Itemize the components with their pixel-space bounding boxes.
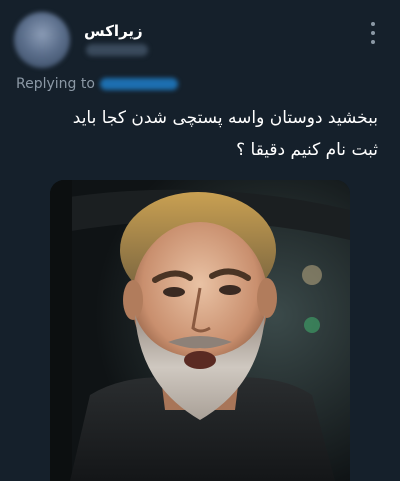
- more-vertical-icon: [371, 22, 375, 26]
- more-options-button[interactable]: [364, 22, 382, 44]
- tweet-text: ببخشید دوستان واسه پستچی شدن کجا باید ثب…: [16, 102, 378, 166]
- replying-to-label: Replying to: [16, 76, 95, 92]
- replying-to-handle-redacted[interactable]: [99, 78, 178, 90]
- tweet-card: زیراکس Replying to ببخشید دوستان واسه پس…: [0, 0, 400, 481]
- display-name[interactable]: زیراکس: [84, 22, 143, 40]
- tweet-text-line-1: ببخشید دوستان واسه پستچی شدن کجا باید: [72, 108, 378, 128]
- meme-photo-bearded-man: [50, 180, 350, 481]
- more-vertical-icon-dot-2: [371, 31, 375, 35]
- username-handle-redacted[interactable]: [86, 44, 148, 56]
- tweet-media-image[interactable]: [50, 180, 350, 481]
- more-vertical-icon-dot-3: [371, 40, 375, 44]
- avatar[interactable]: [14, 12, 70, 68]
- replying-to: Replying to: [16, 74, 178, 94]
- tweet-text-line-2: ثبت نام کنیم دقیقا ؟: [236, 140, 378, 160]
